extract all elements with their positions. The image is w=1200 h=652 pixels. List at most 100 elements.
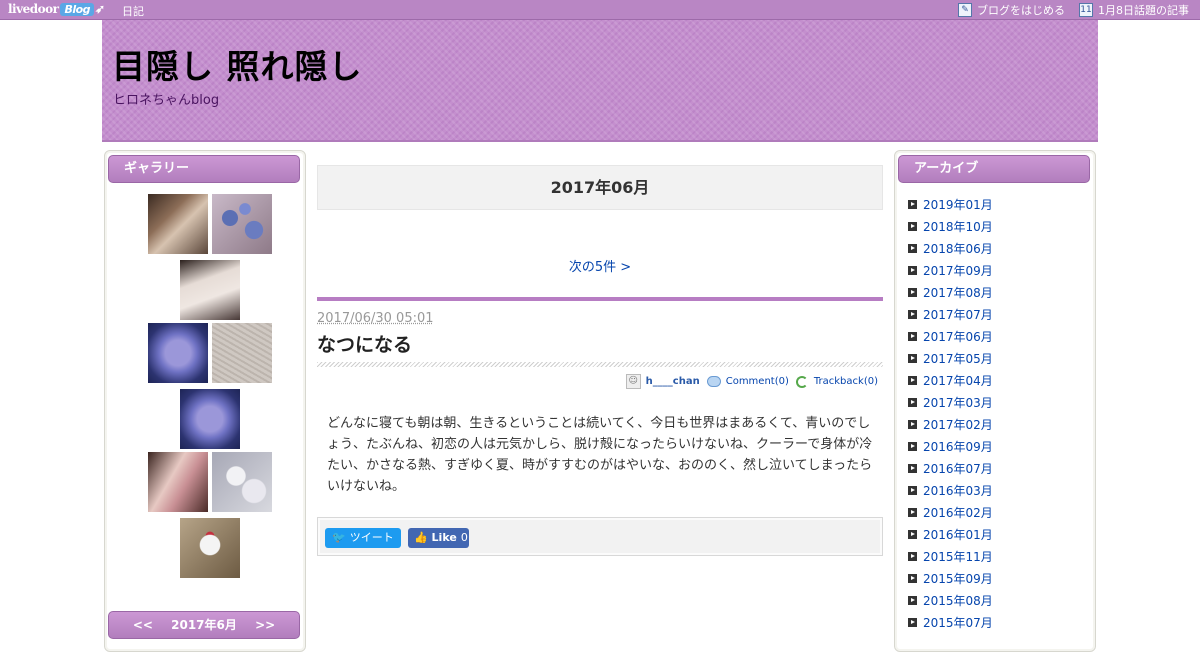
comment-bubble-icon	[706, 376, 721, 387]
play-bullet-icon	[908, 243, 917, 253]
list-item: 2019年01月	[908, 193, 993, 215]
play-bullet-icon	[908, 441, 917, 451]
archive-link[interactable]: 2016年01月	[923, 526, 993, 543]
twitter-bird-icon: 🐦	[332, 531, 346, 544]
archive-link[interactable]: 2016年09月	[923, 438, 993, 455]
tweet-label: ツイート	[349, 531, 394, 544]
list-item: 2015年08月	[908, 589, 993, 611]
play-bullet-icon	[908, 617, 917, 627]
tweet-button[interactable]: 🐦 ツイート	[325, 528, 401, 548]
nav-diary-link[interactable]: 日記	[122, 3, 144, 19]
play-bullet-icon	[908, 573, 917, 583]
article-title[interactable]: なつになる	[317, 330, 412, 357]
like-label: Like	[431, 531, 457, 544]
list-item: 2017年05月	[908, 347, 993, 369]
gallery-heading: ギャラリー	[108, 155, 300, 183]
archive-heading: アーカイブ	[898, 155, 1090, 183]
list-item: 2017年09月	[908, 259, 993, 281]
archive-link[interactable]: 2017年03月	[923, 394, 993, 411]
facebook-like-button[interactable]: 👍 Like 0	[408, 528, 469, 548]
topic-link[interactable]: 11 1月8日話題の記事	[1079, 2, 1189, 18]
list-item: 2015年09月	[908, 567, 993, 589]
gallery-thumb[interactable]	[148, 452, 208, 512]
archive-link[interactable]: 2017年04月	[923, 372, 993, 389]
topbar-right: ✎ ブログをはじめる 11 1月8日話題の記事	[944, 1, 1189, 19]
archive-link[interactable]: 2017年06月	[923, 328, 993, 345]
list-item: 2016年09月	[908, 435, 993, 457]
share-bar: 🐦 ツイート 👍 Like 0	[317, 517, 883, 556]
blog-header: 目隠し 照れ隠し ヒロネちゃんblog	[102, 20, 1098, 142]
play-bullet-icon	[908, 507, 917, 517]
archive-link[interactable]: 2017年09月	[923, 262, 993, 279]
play-bullet-icon	[908, 265, 917, 275]
month-title: 2017年06月	[317, 165, 883, 210]
trackback-link-wrap: Trackback(0)	[795, 375, 878, 388]
thumbs-up-icon: 👍	[414, 531, 428, 544]
list-item: 2017年07月	[908, 303, 993, 325]
pencil-icon: ✎	[958, 3, 972, 17]
archive-link[interactable]: 2017年07月	[923, 306, 993, 323]
dotted-divider	[317, 362, 883, 367]
play-bullet-icon	[908, 287, 917, 297]
archive-link[interactable]: 2016年02月	[923, 504, 993, 521]
play-bullet-icon	[908, 397, 917, 407]
livedoor-blog-logo[interactable]: livedoor Blog ➶	[8, 2, 105, 17]
article-date[interactable]: 2017/06/30 05:01	[317, 311, 434, 326]
list-item: 2018年06月	[908, 237, 993, 259]
bird-icon: ➶	[95, 2, 105, 16]
archive-link[interactable]: 2015年11月	[923, 548, 993, 565]
list-item: 2015年11月	[908, 545, 993, 567]
start-blog-link[interactable]: ✎ ブログをはじめる	[958, 2, 1065, 18]
main-content: 2017年06月 次の5件 > 2017/06/30 05:01 なつになる ☺…	[317, 165, 883, 556]
gallery-thumb[interactable]	[148, 323, 208, 383]
article-meta: ☺ h____chan Comment(0) Trackback(0)	[619, 374, 878, 389]
list-item: 2017年04月	[908, 369, 993, 391]
archive-link[interactable]: 2015年09月	[923, 570, 993, 587]
play-bullet-icon	[908, 309, 917, 319]
trackback-icon	[795, 375, 808, 388]
left-sidebar: ギャラリー << 2017年6月 >>	[104, 150, 306, 652]
archive-link[interactable]: 2017年02月	[923, 416, 993, 433]
play-bullet-icon	[908, 551, 917, 561]
play-bullet-icon	[908, 375, 917, 385]
right-sidebar: アーカイブ 2019年01月 2018年10月 2018年06月 2017年09…	[894, 150, 1096, 652]
gallery-thumb[interactable]	[180, 518, 240, 578]
play-bullet-icon	[908, 419, 917, 429]
list-item: 2016年01月	[908, 523, 993, 545]
blog-title[interactable]: 目隠し 照れ隠し	[112, 40, 363, 88]
archive-link[interactable]: 2018年06月	[923, 240, 993, 257]
gallery-thumb[interactable]	[180, 389, 240, 449]
top-bar: livedoor Blog ➶ 日記 ✎ ブログをはじめる 11 1月8日話題の記事	[0, 0, 1200, 20]
list-item: 2016年07月	[908, 457, 993, 479]
next-page-link[interactable]: 次の5件 >	[569, 260, 631, 275]
logo-blog-text: Blog	[60, 3, 95, 16]
archive-link[interactable]: 2016年07月	[923, 460, 993, 477]
archive-link[interactable]: 2015年08月	[923, 592, 993, 609]
list-item: 2017年03月	[908, 391, 993, 413]
gallery-thumb[interactable]	[212, 452, 272, 512]
archive-link[interactable]: 2017年08月	[923, 284, 993, 301]
start-blog-label: ブログをはじめる	[977, 4, 1065, 17]
gallery-thumb[interactable]	[212, 323, 272, 383]
archive-link[interactable]: 2016年03月	[923, 482, 993, 499]
gallery-thumb[interactable]	[212, 194, 272, 254]
topic-label: 1月8日話題の記事	[1098, 4, 1189, 17]
comment-link[interactable]: Comment(0)	[726, 376, 789, 387]
archive-link[interactable]: 2017年05月	[923, 350, 993, 367]
gallery-thumb[interactable]	[180, 260, 240, 320]
trackback-link[interactable]: Trackback(0)	[814, 376, 878, 387]
archive-link[interactable]: 2018年10月	[923, 218, 993, 235]
play-bullet-icon	[908, 463, 917, 473]
blog-subtitle: ヒロネちゃんblog	[113, 93, 220, 108]
logo-text: livedoor	[8, 2, 59, 16]
gallery-thumb[interactable]	[148, 194, 208, 254]
calendar-icon: 11	[1079, 3, 1093, 17]
like-count: 0	[460, 531, 468, 544]
play-bullet-icon	[908, 221, 917, 231]
author-name: h____chan	[645, 376, 700, 387]
author-link[interactable]: ☺ h____chan	[625, 374, 700, 389]
list-item: 2017年08月	[908, 281, 993, 303]
archive-link[interactable]: 2015年07月	[923, 614, 993, 631]
archive-link[interactable]: 2019年01月	[923, 196, 993, 213]
list-item: 2017年06月	[908, 325, 993, 347]
